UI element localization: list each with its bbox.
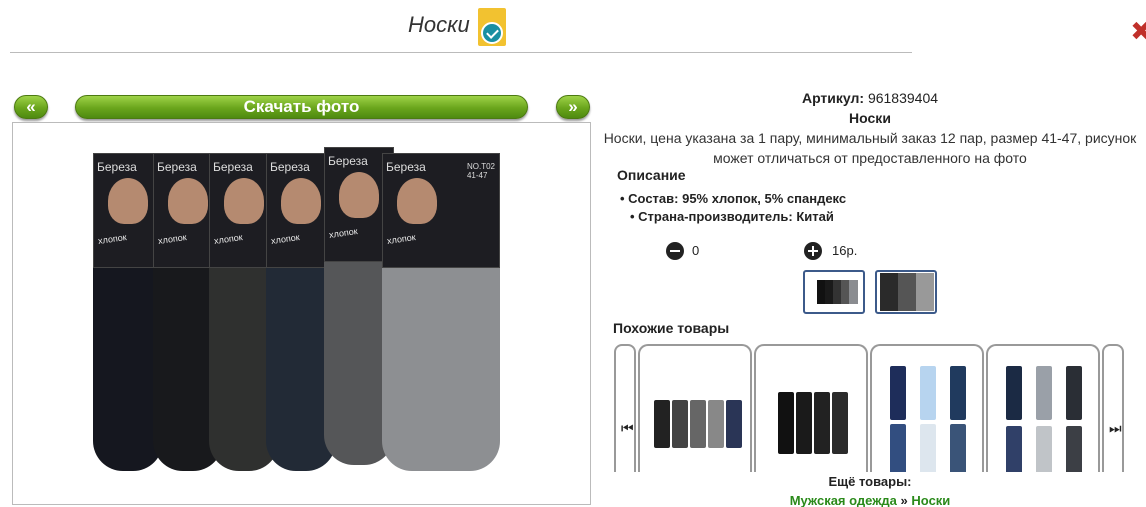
more-products-label: Ещё товары: (828, 474, 912, 489)
skip-back-icon: ⏮ (621, 420, 634, 436)
price: 16р. (832, 243, 858, 258)
material-logo: хлопок (270, 232, 301, 246)
model-tag: NO.T02 41-47 (466, 162, 495, 180)
similar-product-card[interactable] (986, 344, 1100, 472)
product-name: Носки (849, 110, 891, 126)
model-photo (339, 172, 379, 218)
breadcrumb: Мужская одежда » Носки (597, 493, 1143, 507)
brand-name: Береза (270, 160, 310, 174)
carousel-prev-button[interactable]: ⏮ (614, 344, 636, 472)
article-label: Артикул: (801, 90, 865, 106)
product-info: Артикул: 961839404 Носки Носки, цена ука… (597, 88, 1143, 168)
similar-product-card[interactable] (754, 344, 868, 472)
next-photo-button[interactable]: » (556, 95, 590, 119)
package-label: Береза хлопок NO.T02 41-47 (382, 153, 500, 268)
spec-item-country: Страна-производитель: Китай (620, 208, 846, 226)
model-photo (108, 178, 148, 224)
title-divider (10, 52, 912, 53)
brand-name: Береза (213, 160, 253, 174)
brand-name: Береза (97, 160, 137, 174)
material-logo: хлопок (213, 232, 244, 246)
plus-icon[interactable] (804, 242, 822, 260)
model-photo (168, 178, 208, 224)
spec-list: Состав: 95% хлопок, 5% спандекс Страна-п… (620, 190, 846, 226)
page-title: Носки (408, 12, 470, 37)
verified-badge-icon (478, 8, 506, 46)
material-logo: хлопок (328, 226, 359, 240)
brand-name: Береза (386, 160, 426, 174)
prev-photo-button[interactable]: « (14, 95, 48, 119)
brand-name: Береза (328, 154, 368, 168)
product-description: Носки, цена указана за 1 пару, минимальн… (603, 130, 1137, 166)
quantity-value: 0 (692, 243, 700, 258)
product-photo[interactable]: Береза хлопок Береза хлопок Береза хлопок Бере… (12, 122, 591, 505)
carousel-next-button[interactable]: ⏭ (1102, 344, 1124, 472)
breadcrumb-link-mens-clothing[interactable]: Мужская одежда (790, 493, 897, 507)
model-photo (224, 178, 264, 224)
close-icon[interactable]: ✖ (1130, 16, 1146, 47)
brand-name: Береза (157, 160, 197, 174)
download-photo-button[interactable]: Скачать фото (75, 95, 528, 119)
photo-thumbnail-2[interactable] (875, 270, 937, 314)
article-value: 961839404 (867, 90, 939, 106)
similar-products-heading: Похожие товары (613, 320, 730, 336)
model-photo (397, 178, 437, 224)
article-line: Артикул: 961839404 (597, 88, 1143, 108)
similar-product-card[interactable] (638, 344, 752, 472)
photo-thumbnail-1[interactable] (803, 270, 865, 314)
description-heading: Описание (617, 167, 686, 183)
breadcrumb-separator: » (900, 493, 908, 507)
material-logo: хлопок (386, 232, 417, 246)
minus-icon[interactable] (666, 242, 684, 260)
breadcrumb-link-socks[interactable]: Носки (911, 493, 950, 507)
spec-item-composition: Состав: 95% хлопок, 5% спандекс (620, 190, 846, 208)
material-logo: хлопок (97, 232, 128, 246)
sock-pair: Береза хлопок NO.T02 41-47 (382, 153, 500, 471)
model-photo (281, 178, 321, 224)
material-logo: хлопок (157, 232, 188, 246)
skip-forward-icon: ⏭ (1109, 420, 1122, 436)
similar-product-card[interactable] (870, 344, 984, 472)
